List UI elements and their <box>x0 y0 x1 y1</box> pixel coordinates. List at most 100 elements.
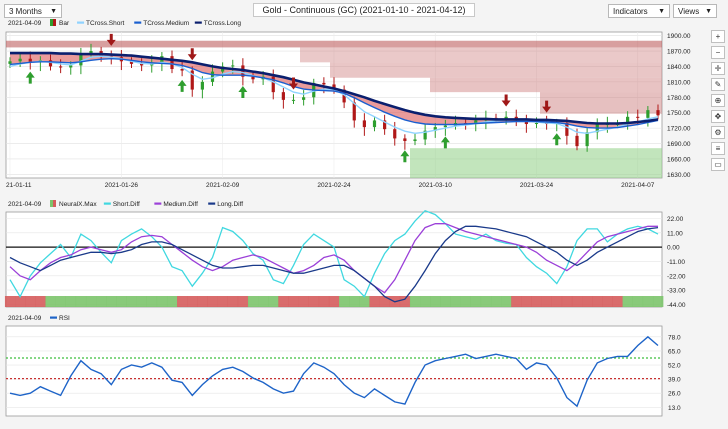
price-bar <box>302 97 306 100</box>
resistance-zone <box>300 47 662 63</box>
neuralx-max-cell <box>480 296 492 307</box>
zoom-icon[interactable]: ⊕ <box>711 94 725 107</box>
price-bar <box>443 125 447 128</box>
minus-icon[interactable]: − <box>711 46 725 59</box>
chart-title: Gold - Continuous (GC) (2021-01-10 - 202… <box>253 3 475 17</box>
neuralx-max-cell <box>116 296 127 307</box>
neuralx-max-cell <box>642 296 654 307</box>
chevron-down-icon: ▼ <box>705 8 712 15</box>
neuralx-max-cell <box>278 296 289 307</box>
neuralx-max-cell <box>369 296 380 307</box>
settings-icon[interactable]: ⚙ <box>711 126 725 139</box>
neurals-y-tick: -33.00 <box>667 288 686 295</box>
price-y-tick: 1690.00 <box>667 141 691 148</box>
views-label: Views <box>678 7 700 16</box>
price-x-tick: 21-01-11 <box>6 182 32 189</box>
price-y-tick: 1810.00 <box>667 79 691 86</box>
rsi-y-tick: 78.0 <box>668 334 681 341</box>
views-button[interactable]: Views ▼ <box>673 4 717 18</box>
legend-bar-icon <box>53 200 56 207</box>
comment-icon[interactable]: ▭ <box>711 158 725 171</box>
neuralx-max-cell <box>430 296 441 307</box>
neurals-y-tick: 11.00 <box>667 230 683 237</box>
price-legend-label: TCross.Medium <box>143 20 189 27</box>
legend-swatch <box>208 202 216 205</box>
neuralx-max-cell <box>450 296 461 307</box>
price-bar <box>646 110 650 118</box>
neuralx-max-cell <box>531 296 542 307</box>
price-x-tick: 2021-01-26 <box>105 182 139 189</box>
price-bar <box>636 116 640 118</box>
rsi-y-tick: 13.0 <box>668 405 681 412</box>
price-y-tick: 1900.00 <box>667 33 691 40</box>
price-y-tick: 1870.00 <box>667 49 691 56</box>
price-y-tick: 1840.00 <box>667 64 691 71</box>
price-bar <box>362 120 366 128</box>
price-date-label: 2021-04-09 <box>8 20 42 27</box>
price-bar <box>200 81 204 90</box>
neurals-y-tick: -22.00 <box>667 273 686 280</box>
neuralx-max-cell <box>460 296 471 307</box>
price-bar <box>170 56 174 70</box>
legend-swatch <box>77 21 85 24</box>
neuralx-max-cell <box>96 296 107 307</box>
neuralx-max-cell <box>197 296 208 307</box>
price-x-tick: 2021-03-24 <box>520 182 554 189</box>
rsi-y-tick: 65.0 <box>668 348 681 355</box>
plus-icon[interactable]: + <box>711 30 725 43</box>
neuralx-max-cell <box>298 296 309 307</box>
rsi-legend-label: RSI <box>59 315 70 322</box>
indicators-label: Indicators <box>613 7 648 16</box>
legend-bar-icon <box>50 19 53 26</box>
neuralx-max-cell <box>551 296 563 307</box>
draw-icon[interactable]: ✎ <box>711 78 725 91</box>
resistance-zone <box>330 62 662 78</box>
range-select[interactable]: 3 Months ▼ <box>4 4 62 18</box>
price-bar <box>322 82 326 85</box>
neuralx-max-cell <box>612 296 623 307</box>
neuralx-max-cell <box>511 296 522 307</box>
neuralx-max-cell <box>227 296 239 307</box>
chart-canvas: 1900.00 1870.00 1840.00 1810.00 1780.00 1750.… <box>4 19 691 417</box>
crosshair-icon[interactable]: ✛ <box>711 62 725 75</box>
neurals-y-tick: 22.00 <box>667 216 684 223</box>
legend-swatch <box>103 202 111 205</box>
neuralx-max-cell <box>328 296 340 307</box>
price-bar <box>180 69 184 71</box>
neuralx-max-cell <box>126 296 137 307</box>
neuralx-max-cell <box>237 296 249 307</box>
neuralx-max-cell <box>166 296 178 307</box>
rsi-y-tick: 39.0 <box>668 377 681 384</box>
neuralx-max-cell <box>501 296 512 307</box>
list-icon[interactable]: ≡ <box>711 142 725 155</box>
neuralx-max-cell <box>592 296 603 307</box>
price-bar <box>8 61 12 64</box>
neuralx-max-cell <box>75 296 87 307</box>
neuralx-max-cell <box>268 296 279 307</box>
neuralx-max-cell <box>247 296 259 307</box>
price-bar <box>575 135 579 147</box>
legend-swatch <box>134 21 142 24</box>
neuralx-max-cell <box>177 296 188 307</box>
panel-1 <box>5 211 663 308</box>
neuralx-max-cell <box>440 296 451 307</box>
neurals-legend-label: NeuralX.Max <box>59 201 97 208</box>
neurals-legend-label: Long.Diff <box>217 201 243 208</box>
price-y-tick: 1720.00 <box>667 126 691 133</box>
price-x-tick: 2021-02-24 <box>317 182 351 189</box>
legend-swatch <box>50 316 57 319</box>
pan-icon[interactable]: ✥ <box>711 110 725 123</box>
neurals-y-tick: -44.00 <box>667 302 686 309</box>
neuralx-max-cell <box>308 296 320 307</box>
neuralx-max-cell <box>632 296 644 307</box>
indicators-button[interactable]: Indicators ▼ <box>608 4 670 18</box>
neuralx-max-cell <box>409 296 421 307</box>
price-bar <box>656 110 660 116</box>
neuralx-max-cell <box>470 296 482 307</box>
neuralx-max-cell <box>156 296 168 307</box>
price-x-tick: 2021-03-10 <box>419 182 453 189</box>
price-bar <box>281 92 285 100</box>
neuralx-max-cell <box>85 296 97 307</box>
neuralx-max-cell <box>35 296 46 307</box>
legend-bar-icon <box>53 19 56 26</box>
